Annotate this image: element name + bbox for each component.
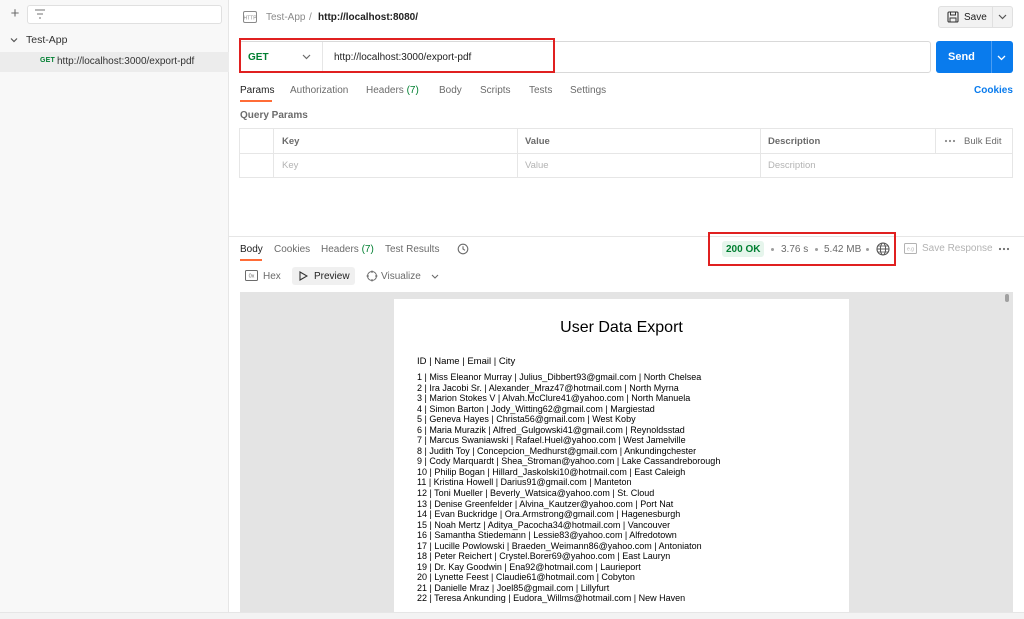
response-tab-headers-count[interactable]: (7) [362, 244, 374, 255]
pdf-row: 17 | Lucille Powlowski | Braeden_Weimann… [417, 540, 702, 551]
tab-headers-count[interactable]: (7) [407, 85, 419, 96]
more-horizontal-icon[interactable] [944, 139, 956, 143]
pdf-row: 12 | Toni Mueller | Beverly_Watsica@yaho… [417, 488, 655, 499]
pane-divider[interactable] [229, 236, 1024, 237]
filter-icon[interactable] [34, 9, 46, 19]
sidebar-request-url[interactable]: http://localhost:3000/export-pdf [57, 56, 194, 67]
active-tab-indicator [240, 259, 262, 261]
query-params-title: Query Params [240, 110, 308, 121]
chevron-down-icon [997, 55, 1006, 61]
save-icon [947, 11, 959, 23]
save-response-button[interactable]: Save Response [922, 243, 993, 254]
pdf-row: 20 | Lynette Feest | Claudie61@hotmail.c… [417, 572, 635, 583]
table-divider [273, 128, 274, 178]
pdf-row: 22 | Teresa Ankunding | Eudora_Willms@ho… [417, 593, 686, 604]
bulk-edit-button[interactable]: Bulk Edit [964, 136, 1002, 147]
status-bar [0, 612, 1024, 619]
save-button-label[interactable]: Save [964, 12, 987, 23]
pdf-row: 14 | Evan Buckridge | Ora.Armstrong@gmai… [417, 509, 681, 520]
column-header-description: Description [768, 136, 821, 147]
save-response-icon: e.g [904, 243, 917, 254]
tab-headers[interactable]: Headers (7) [366, 85, 419, 96]
tab-settings[interactable]: Settings [570, 85, 606, 96]
pdf-row: 13 | Denise Greenfelder | Alvina_Kautzer… [417, 498, 674, 509]
pdf-table-header: ID | Name | Email | City [417, 356, 516, 367]
pdf-row: 4 | Simon Barton | Jody_Witting62@gmail.… [417, 403, 655, 414]
pdf-row: 11 | Kristina Howell | Darius91@gmail.co… [417, 477, 632, 488]
pdf-row: 19 | Dr. Kay Goodwin | Ena92@hotmail.com… [417, 561, 641, 572]
send-button-label[interactable]: Send [948, 51, 975, 63]
sidebar-request-method: GET [40, 57, 55, 64]
response-tab-headers[interactable]: Headers (7) [321, 244, 374, 255]
more-horizontal-icon[interactable] [998, 247, 1010, 251]
table-divider [517, 128, 518, 178]
new-item-plus-icon[interactable]: + [8, 6, 22, 22]
app-window: + Test-App GET http://localhost:3000/exp… [0, 0, 1024, 619]
tab-params[interactable]: Params [240, 85, 274, 96]
pdf-row: 5 | Geneva Hayes | Christa56@gmail.com |… [417, 414, 636, 425]
pdf-row: 9 | Cody Marquardt | Shea_Stroman@yahoo.… [417, 456, 721, 467]
pdf-row: 16 | Samantha Stiedemann | Lessie83@yaho… [417, 530, 677, 541]
pdf-page: User Data Export ID | Name | Email | Cit… [394, 299, 849, 612]
tab-authorization[interactable]: Authorization [290, 85, 348, 96]
sidebar [0, 0, 229, 619]
tab-body[interactable]: Body [439, 85, 462, 96]
scrollbar[interactable] [1005, 294, 1009, 302]
pdf-row: 2 | Ira Jacobi Sr. | Alexander_Mraz47@ho… [417, 382, 679, 393]
tab-scripts[interactable]: Scripts [480, 85, 511, 96]
play-icon [299, 271, 308, 281]
breadcrumb-separator: / [309, 12, 312, 23]
table-divider [935, 128, 936, 153]
response-tab-test-results[interactable]: Test Results [385, 244, 439, 255]
response-tab-body[interactable]: Body [240, 244, 263, 255]
pdf-row: 1 | Miss Eleanor Murray | Julius_Dibbert… [417, 372, 702, 382]
cookies-link[interactable]: Cookies [974, 85, 1013, 96]
sidebar-collection-name[interactable]: Test-App [26, 34, 67, 46]
tab-tests[interactable]: Tests [529, 85, 552, 96]
tab-headers-label[interactable]: Headers [366, 85, 404, 96]
hex-icon: 0x [245, 270, 258, 281]
chevron-down-icon[interactable] [10, 36, 18, 44]
table-divider [760, 128, 761, 178]
svg-text:0x: 0x [249, 274, 255, 280]
column-header-value: Value [525, 136, 550, 147]
svg-text:e.g: e.g [907, 247, 914, 253]
column-header-key: Key [282, 136, 300, 147]
response-tab-cookies[interactable]: Cookies [274, 244, 310, 255]
sidebar-filter-input[interactable] [27, 5, 222, 24]
history-icon[interactable] [457, 243, 469, 255]
highlight-box-status [708, 232, 896, 266]
pdf-row: 6 | Maria Murazik | Alfred_Gulgowski41@g… [417, 424, 685, 435]
breadcrumb-current[interactable]: http://localhost:8080/ [318, 12, 418, 23]
pdf-title: User Data Export [560, 319, 683, 336]
key-input[interactable]: Key [282, 160, 298, 171]
response-tab-headers-label[interactable]: Headers [321, 244, 359, 255]
pdf-row: 8 | Judith Toy | Concepcion_Medhurst@gma… [417, 445, 697, 456]
format-preview-label[interactable]: Preview [314, 271, 350, 282]
active-tab-indicator [240, 100, 272, 102]
pdf-row: 21 | Danielle Mraz | Joel85@gmail.com | … [417, 582, 610, 593]
pdf-row: 18 | Peter Reichert | Crystel.Borer69@ya… [417, 551, 671, 562]
pdf-rows: 1 | Miss Eleanor Murray | Julius_Dibbert… [417, 372, 720, 604]
table-divider [239, 153, 1013, 154]
chevron-down-icon [998, 14, 1007, 20]
highlight-box-url [239, 38, 555, 73]
pdf-row: 7 | Marcus Swaniawski | Rafael.Huel@yaho… [417, 435, 686, 446]
pdf-row: 10 | Philip Bogan | Hillard_Jaskolski10@… [417, 466, 686, 477]
pdf-row: 3 | Marion Stokes V | Alvah.McClure41@ya… [417, 393, 691, 404]
svg-text:HTTP: HTTP [243, 15, 257, 21]
format-hex-button[interactable]: Hex [263, 271, 281, 282]
breadcrumb-parent[interactable]: Test-App [266, 12, 305, 23]
chevron-down-icon[interactable] [431, 274, 439, 279]
description-input[interactable]: Description [768, 160, 816, 171]
pdf-row: 15 | Noah Mertz | Aditya_Pacocha34@hotma… [417, 519, 671, 530]
visualize-icon [366, 270, 378, 282]
value-input[interactable]: Value [525, 160, 549, 171]
http-request-icon: HTTP [243, 11, 257, 23]
format-visualize-button[interactable]: Visualize [381, 271, 421, 282]
